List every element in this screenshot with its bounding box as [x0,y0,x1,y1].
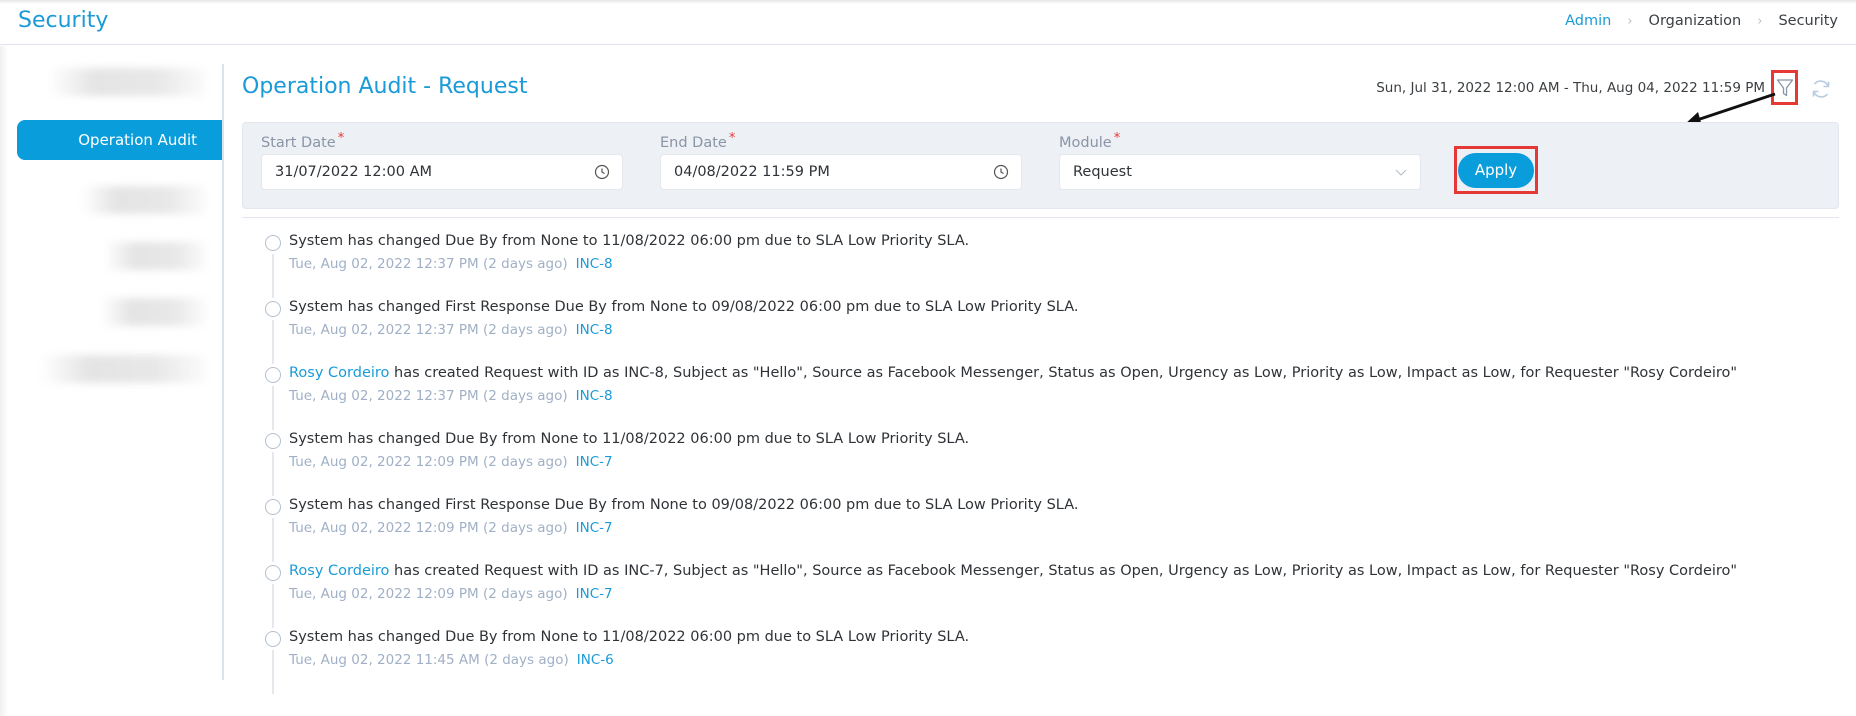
refresh-button[interactable] [1808,76,1834,102]
audit-timestamp: Tue, Aug 02, 2022 11:45 AM (2 days ago) [289,652,569,668]
timeline-dot-icon [265,367,281,383]
breadcrumb-separator-icon: › [1757,13,1763,29]
audit-message-text: has created Request with ID as INC-8, Su… [389,365,1738,381]
required-marker: * [1113,131,1121,146]
audit-timestamp: Tue, Aug 02, 2022 12:09 PM (2 days ago) [289,520,568,536]
breadcrumb: Admin › Organization › Security [1565,13,1838,29]
breadcrumb-admin[interactable]: Admin [1565,13,1611,29]
timeline-dot-icon [265,631,281,647]
sidebar-item-label: Operation Audit [78,131,197,149]
timeline-dot-icon [265,499,281,515]
page-title: Operation Audit - Request [242,74,528,99]
audit-timestamp: Tue, Aug 02, 2022 12:09 PM (2 days ago) [289,454,568,470]
audit-message-text: has created Request with ID as INC-7, Su… [389,563,1738,579]
timeline-dot-icon [265,301,281,317]
header-title: Security [18,8,109,33]
end-date-label: End Date * [660,131,736,151]
request-id-link[interactable]: INC-7 [576,520,613,536]
sidebar-item-blurred[interactable] [48,68,206,96]
start-date-label: Start Date * [261,131,345,151]
panel-separator [242,217,1839,218]
required-marker: * [728,131,736,146]
timeline-connector [272,518,274,562]
sidebar-item-blurred[interactable] [100,298,206,326]
request-id-link[interactable]: INC-7 [576,454,613,470]
audit-message: Rosy Cordeiro has created Request with I… [289,563,1737,579]
request-id-link[interactable]: INC-8 [576,322,613,338]
audit-entry: Rosy Cordeiro has created Request with I… [264,364,1844,430]
audit-message-text: System has changed Due By from None to 1… [289,629,970,645]
timeline-dot-icon [265,235,281,251]
sidebar-divider [222,64,224,680]
clock-icon[interactable] [594,164,610,180]
audit-entry: System has changed Due By from None to 1… [264,430,1844,496]
sidebar-item-blurred[interactable] [104,242,206,270]
chevron-down-icon [1395,169,1407,176]
audit-message: System has changed First Response Due By… [289,299,1078,315]
actor-link[interactable]: Rosy Cordeiro [289,563,389,579]
timeline-dot-icon [265,565,281,581]
actor-link[interactable]: Rosy Cordeiro [289,365,389,381]
module-label: Module * [1059,131,1121,151]
timeline-connector [272,650,274,694]
audit-message: System has changed Due By from None to 1… [289,233,969,249]
audit-message: System has changed Due By from None to 1… [289,629,969,645]
page-header: Security Admin › Organization › Security [0,0,1856,45]
filter-panel: Start Date * 31/07/2022 12:00 AM End Date… [242,122,1839,209]
audit-message: Rosy Cordeiro has created Request with I… [289,365,1737,381]
module-select[interactable]: Request [1059,154,1421,190]
timeline-connector [272,452,274,496]
audit-entry: System has changed Due By from None to 1… [264,628,1844,694]
timeline-connector [272,254,274,298]
audit-message-text: System has changed First Response Due By… [289,299,1079,315]
breadcrumb-organization[interactable]: Organization [1649,13,1742,29]
apply-button[interactable]: Apply [1458,153,1534,188]
breadcrumb-security: Security [1778,13,1838,29]
end-date-input[interactable]: 04/08/2022 11:59 PM [660,154,1022,190]
timeline-connector [272,320,274,364]
audit-meta: Tue, Aug 02, 2022 12:37 PM (2 days ago) I… [289,256,613,272]
audit-meta: Tue, Aug 02, 2022 11:45 AM (2 days ago) I… [289,652,614,668]
audit-message-text: System has changed First Response Due By… [289,497,1079,513]
audit-meta: Tue, Aug 02, 2022 12:37 PM (2 days ago) I… [289,388,613,404]
module-value: Request [1073,164,1132,180]
sidebar-item-blurred[interactable] [40,355,206,383]
sidebar: Operation Audit [0,46,223,716]
sidebar-item-blurred[interactable] [80,186,206,214]
audit-timestamp: Tue, Aug 02, 2022 12:37 PM (2 days ago) [289,388,568,404]
audit-message: System has changed Due By from None to 1… [289,431,969,447]
sidebar-item-operation-audit[interactable]: Operation Audit [17,120,223,160]
audit-message: System has changed First Response Due By… [289,497,1078,513]
request-id-link[interactable]: INC-8 [576,256,613,272]
timeline-connector [272,386,274,430]
timeline-dot-icon [265,433,281,449]
audit-entry: Rosy Cordeiro has created Request with I… [264,562,1844,628]
audit-message-text: System has changed Due By from None to 1… [289,431,970,447]
clock-icon[interactable] [993,164,1009,180]
audit-entry: System has changed First Response Due By… [264,298,1844,364]
required-marker: * [337,131,345,146]
audit-meta: Tue, Aug 02, 2022 12:09 PM (2 days ago) I… [289,520,613,536]
refresh-icon [1812,80,1830,98]
audit-entry: System has changed Due By from None to 1… [264,232,1844,298]
audit-timestamp: Tue, Aug 02, 2022 12:09 PM (2 days ago) [289,586,568,602]
end-date-value: 04/08/2022 11:59 PM [674,164,830,180]
start-date-input[interactable]: 31/07/2022 12:00 AM [261,154,623,190]
audit-timestamp: Tue, Aug 02, 2022 12:37 PM (2 days ago) [289,322,568,338]
audit-message-text: System has changed Due By from None to 1… [289,233,970,249]
start-date-value: 31/07/2022 12:00 AM [275,164,433,180]
audit-meta: Tue, Aug 02, 2022 12:09 PM (2 days ago) I… [289,586,613,602]
audit-meta: Tue, Aug 02, 2022 12:37 PM (2 days ago) I… [289,322,613,338]
audit-timestamp: Tue, Aug 02, 2022 12:37 PM (2 days ago) [289,256,568,272]
request-id-link[interactable]: INC-7 [576,586,613,602]
audit-meta: Tue, Aug 02, 2022 12:09 PM (2 days ago) I… [289,454,613,470]
request-id-link[interactable]: INC-6 [577,652,614,668]
timeline-connector [272,584,274,628]
audit-timeline: System has changed Due By from None to 1… [264,232,1844,694]
breadcrumb-separator-icon: › [1627,13,1633,29]
audit-entry: System has changed First Response Due By… [264,496,1844,562]
request-id-link[interactable]: INC-8 [576,388,613,404]
